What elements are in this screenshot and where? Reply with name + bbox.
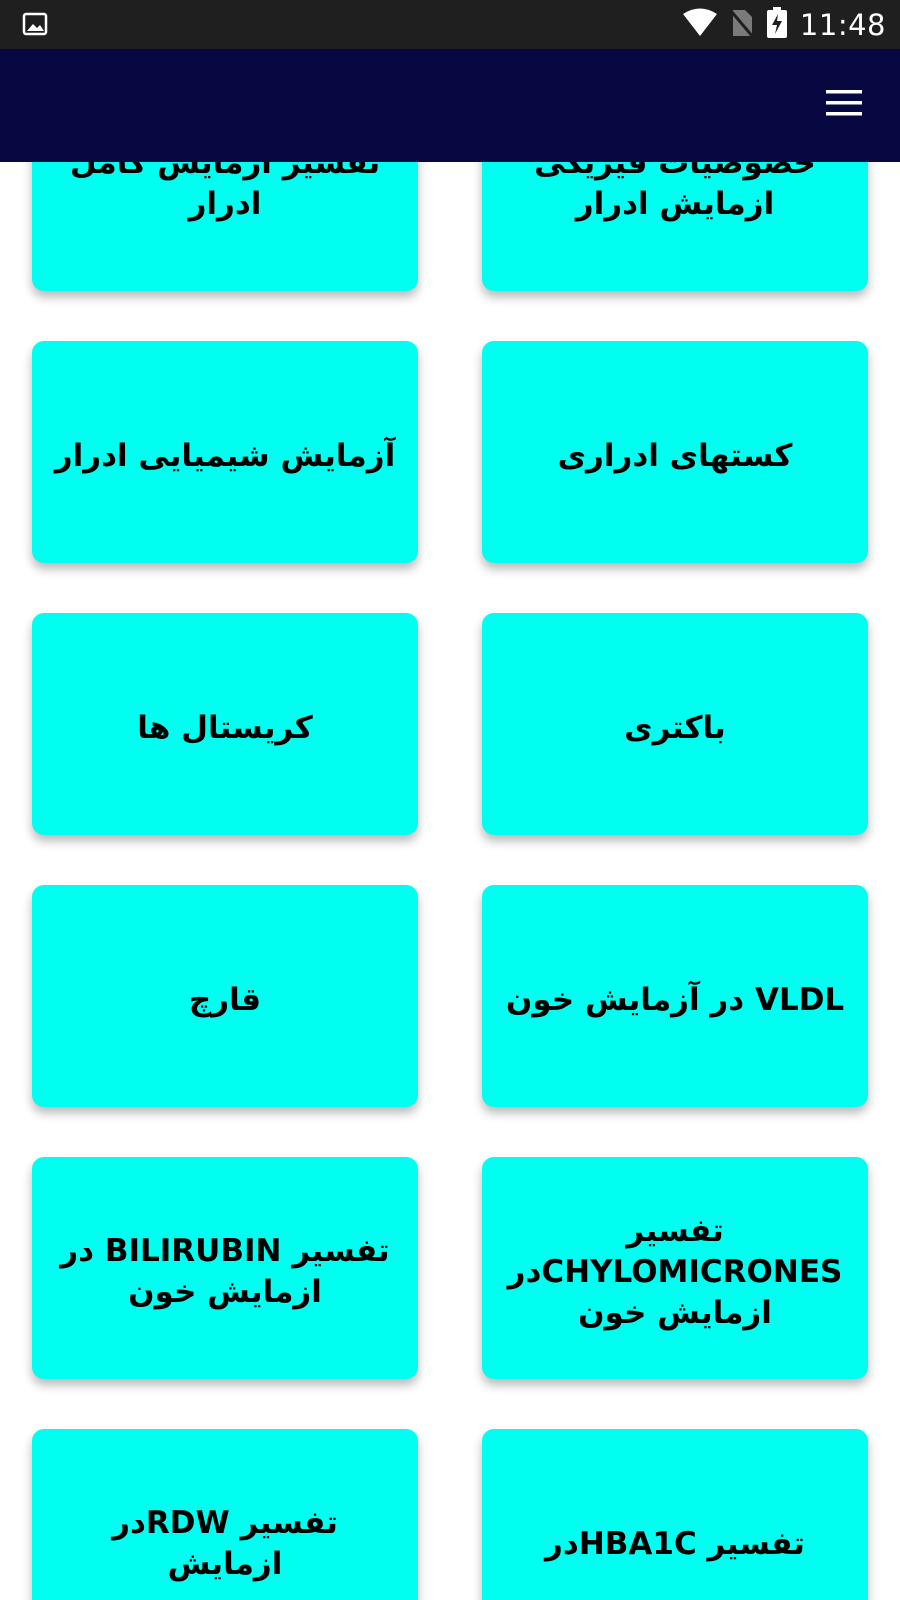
wifi-icon bbox=[682, 8, 718, 42]
card-label: کستهای ادراری bbox=[557, 437, 793, 474]
card-label: قارچ bbox=[188, 981, 262, 1018]
card-bilirubin[interactable]: تفسیر BILIRUBIN در ازمایش خون bbox=[32, 1157, 418, 1379]
status-bar: 11:48 bbox=[0, 0, 900, 49]
card-label: تفسیر آزمایش کامل ادرار bbox=[69, 162, 381, 222]
status-time: 11:48 bbox=[799, 7, 886, 42]
card-label: آزمایش شیمیایی ادرار bbox=[54, 437, 396, 474]
card-rdw[interactable]: تفسیر RDWدر ازمایش bbox=[32, 1429, 418, 1600]
card-vldl[interactable]: VLDL در آزمایش خون bbox=[482, 885, 868, 1107]
card-hba1c[interactable]: تفسیر HBA1Cدر bbox=[482, 1429, 868, 1600]
card-label: VLDL در آزمایش خون bbox=[505, 981, 845, 1018]
card-fungus[interactable]: قارچ bbox=[32, 885, 418, 1107]
card-label: باکتری bbox=[624, 709, 726, 746]
card-chylomicrones[interactable]: تفسیر CHYLOMICRONESدر ازمایش خون bbox=[482, 1157, 868, 1379]
card-label: تفسیر RDWدر ازمایش bbox=[112, 1505, 338, 1582]
status-icons: 11:48 bbox=[682, 0, 886, 49]
hamburger-menu-icon[interactable] bbox=[824, 87, 864, 119]
card-crystals[interactable]: کریستال ها bbox=[32, 613, 418, 835]
image-icon bbox=[22, 12, 48, 36]
card-bacteria[interactable]: باکتری bbox=[482, 613, 868, 835]
card-urine-complete-test[interactable]: تفسیر آزمایش کامل ادرار bbox=[32, 162, 418, 291]
card-label: تفسیر HBA1Cدر bbox=[545, 1525, 805, 1562]
card-urine-chemistry[interactable]: آزمایش شیمیایی ادرار bbox=[32, 341, 418, 563]
card-list[interactable]: خصوصیات فیزیکی ازمایش ادرار تفسیر آزمایش… bbox=[0, 162, 900, 1600]
card-label: تفسیر CHYLOMICRONESدر ازمایش خون bbox=[507, 1212, 843, 1331]
card-label: تفسیر BILIRUBIN در ازمایش خون bbox=[60, 1233, 390, 1310]
card-label: خصوصیات فیزیکی ازمایش ادرار bbox=[534, 162, 816, 222]
card-urinary-casts[interactable]: کستهای ادراری bbox=[482, 341, 868, 563]
app-bar bbox=[0, 49, 900, 162]
no-sim-icon bbox=[729, 8, 755, 42]
battery-charging-icon bbox=[766, 6, 788, 43]
card-label: کریستال ها bbox=[137, 709, 313, 746]
card-urine-physical-properties[interactable]: خصوصیات فیزیکی ازمایش ادرار bbox=[482, 162, 868, 291]
